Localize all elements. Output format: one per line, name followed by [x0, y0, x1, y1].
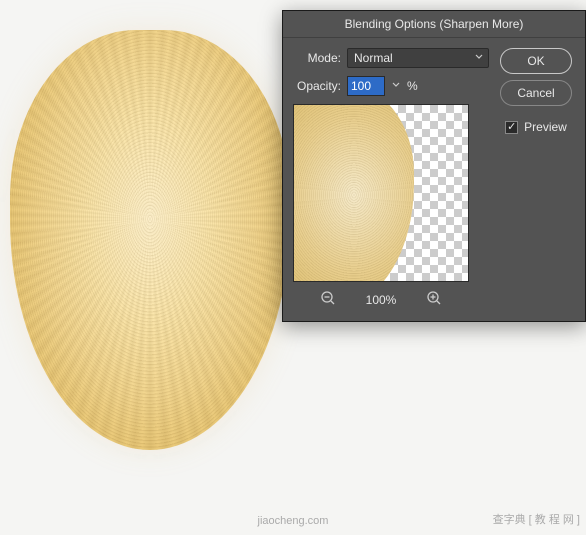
artwork-preview: [10, 30, 290, 450]
blending-options-dialog: Blending Options (Sharpen More) Mode: No…: [282, 10, 586, 322]
zoom-in-icon[interactable]: [426, 290, 442, 309]
preview-checkbox[interactable]: [505, 121, 518, 134]
opacity-stepper-icon[interactable]: [391, 80, 401, 93]
opacity-input[interactable]: 100: [347, 76, 385, 96]
watermark-left: jiaocheng.com: [258, 515, 329, 527]
preview-label: Preview: [524, 120, 567, 134]
dialog-title: Blending Options (Sharpen More): [283, 11, 585, 38]
opacity-unit: %: [407, 79, 418, 93]
mode-dropdown[interactable]: Normal: [347, 48, 489, 68]
opacity-label: Opacity:: [293, 79, 341, 93]
mode-value: Normal: [354, 51, 393, 65]
cancel-button[interactable]: Cancel: [500, 80, 572, 106]
mode-label: Mode:: [293, 51, 341, 65]
zoom-level: 100%: [366, 293, 397, 307]
ok-button[interactable]: OK: [500, 48, 572, 74]
watermark-right: 查字典 [ 教 程 网 ]: [493, 511, 580, 527]
zoom-out-icon[interactable]: [320, 290, 336, 309]
chevron-down-icon: [474, 51, 484, 65]
filter-preview[interactable]: [293, 104, 469, 282]
preview-artwork: [293, 104, 414, 282]
